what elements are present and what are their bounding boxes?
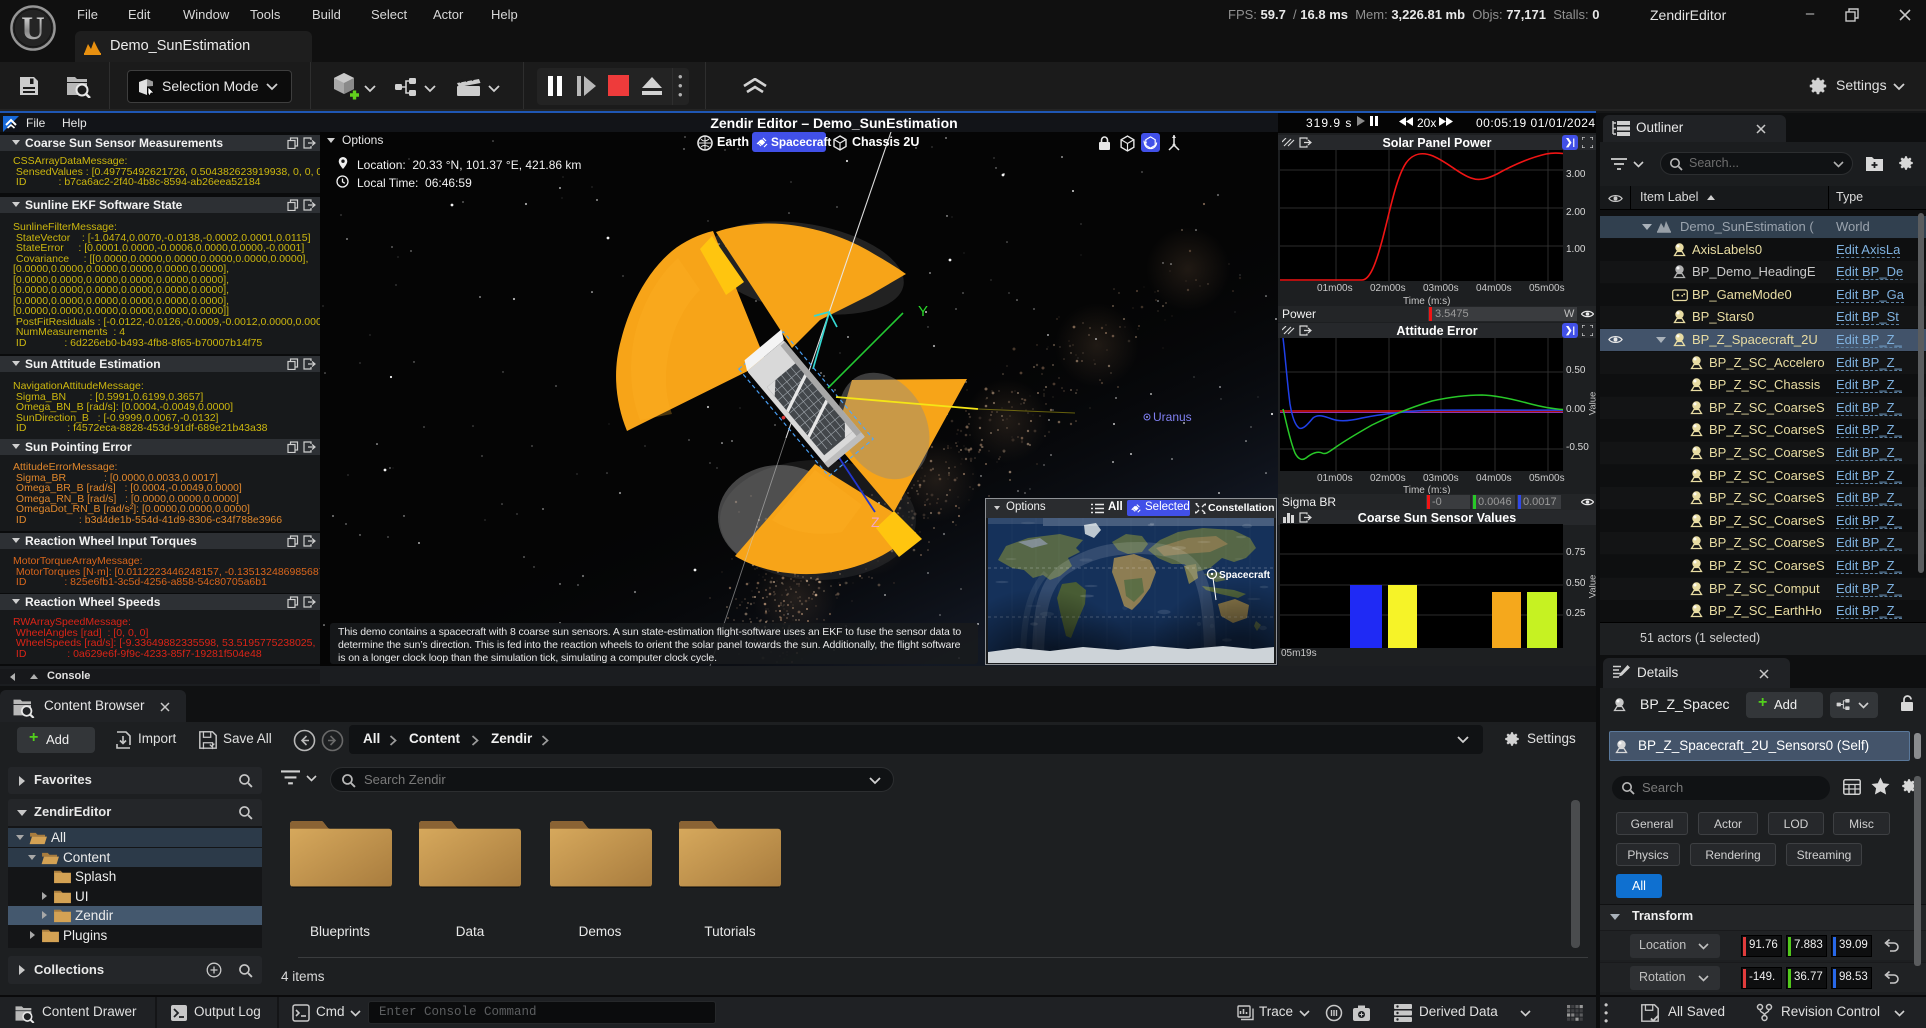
svg-text:U: U: [21, 11, 45, 47]
svg-text:Y: Y: [918, 303, 928, 320]
svg-text:Z: Z: [871, 514, 880, 530]
svg-text:Spacecraft: Spacecraft: [1219, 570, 1271, 581]
svg-text:Uranus: Uranus: [1153, 410, 1192, 424]
